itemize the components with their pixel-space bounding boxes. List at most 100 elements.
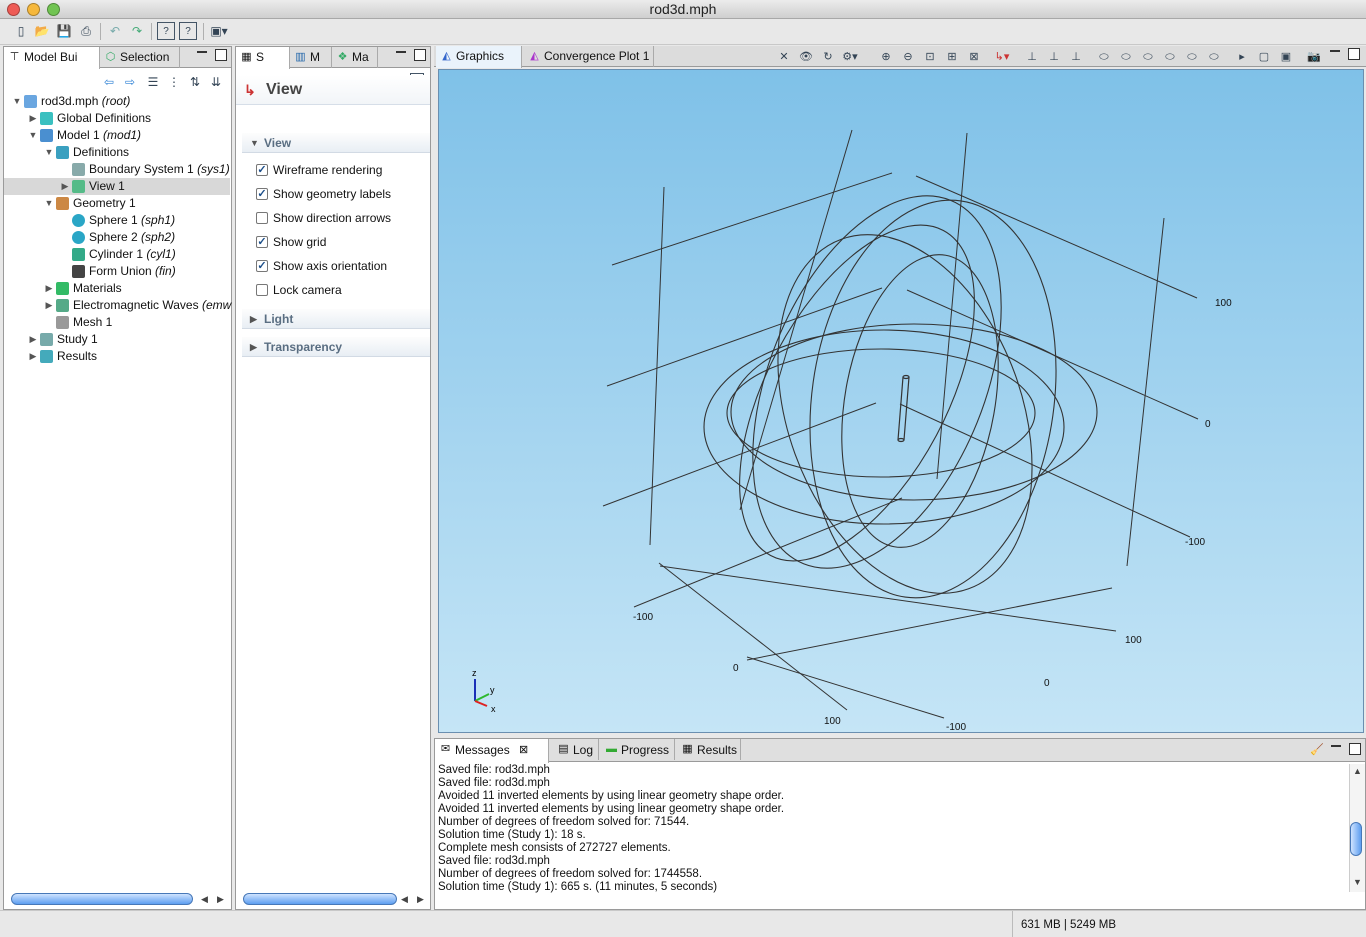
wireframe-icon[interactable]: ▢	[1256, 49, 1272, 65]
minimize-panel-button[interactable]	[396, 51, 406, 53]
section-light[interactable]: ▶ Light	[242, 309, 430, 329]
zoom-in-icon[interactable]: ⊕	[878, 49, 894, 65]
views-dropdown-icon[interactable]: ⚙▾	[842, 49, 858, 65]
undo-icon[interactable]: ↶	[106, 22, 124, 40]
select-box-icon[interactable]: ⬭	[1096, 49, 1112, 65]
maximize-panel-button[interactable]	[215, 49, 227, 61]
tree-item[interactable]: ▶ Materials	[4, 280, 230, 297]
help-icon[interactable]: ?	[157, 22, 175, 40]
messages-vertical-scrollbar[interactable]	[1350, 822, 1362, 856]
select-boundaries-icon[interactable]: ⬭	[1140, 49, 1156, 65]
show-icon[interactable]: ⋮	[165, 73, 183, 91]
xy-view-icon[interactable]: ⊥	[1024, 49, 1040, 65]
tab-messages[interactable]: ✉ Messages ⊠	[435, 739, 549, 763]
tree-item[interactable]: ▶ Global Definitions	[4, 110, 230, 127]
checkbox[interactable]: ✓	[256, 188, 268, 200]
section-transparency[interactable]: ▶ Transparency	[242, 337, 430, 357]
tree-item[interactable]: ▶ Study 1	[4, 331, 230, 348]
scroll-right-icon[interactable]: ▶	[217, 894, 224, 905]
tree-item[interactable]: Sphere 1 (sph1)	[4, 212, 230, 229]
maximize-panel-button[interactable]	[1348, 48, 1360, 60]
expand-arrow-icon[interactable]: ▶	[44, 297, 54, 314]
collapse-arrow-icon[interactable]: ▼	[44, 195, 54, 212]
scroll-right-icon[interactable]: ▶	[417, 894, 424, 905]
tree-item[interactable]: Boundary System 1 (sys1)	[4, 161, 230, 178]
tab-ma[interactable]: ❖ Ma	[332, 47, 378, 68]
tab-log[interactable]: ▤ Log	[553, 739, 599, 760]
tab-settings[interactable]: ▦ S	[236, 47, 290, 69]
expand-arrow-icon[interactable]: ▶	[28, 348, 38, 365]
checkbox[interactable]: ✓	[256, 260, 268, 272]
tree-item[interactable]: ▼ Definitions	[4, 144, 230, 161]
windows-menu-icon[interactable]: ▣▾	[210, 22, 228, 40]
transparency-icon[interactable]: ▸	[1234, 49, 1250, 65]
minimize-panel-button[interactable]	[1330, 50, 1340, 52]
collapse-arrow-icon[interactable]: ▼	[28, 127, 38, 144]
tab-selection[interactable]: ⬡ Selection	[100, 47, 180, 68]
tab-graphics[interactable]: ◭ Graphics	[436, 46, 522, 68]
scroll-left-icon[interactable]: ◀	[201, 894, 208, 905]
scroll-left-icon[interactable]: ◀	[401, 894, 408, 905]
settings-horizontal-scrollbar[interactable]	[243, 893, 397, 905]
scene-light-icon[interactable]: ▣	[1278, 49, 1294, 65]
minimize-panel-button[interactable]	[1331, 745, 1341, 747]
tab-progress[interactable]: ▬ Progress	[601, 739, 675, 760]
tab-convergence-plot[interactable]: ◭ Convergence Plot 1	[524, 46, 654, 67]
redo-icon[interactable]: ↷	[128, 22, 146, 40]
collapse-arrow-icon[interactable]: ▼	[12, 93, 22, 110]
section-view[interactable]: ▼ View	[242, 133, 430, 153]
select-edges-icon[interactable]: ⬭	[1162, 49, 1178, 65]
minimize-panel-button[interactable]	[197, 51, 207, 53]
print-icon[interactable]: ⎙	[77, 22, 95, 40]
maximize-panel-button[interactable]	[1349, 743, 1361, 755]
expand-arrow-icon[interactable]: ▶	[28, 110, 38, 127]
minimize-window-button[interactable]	[27, 3, 40, 16]
tab-results[interactable]: ▦ Results	[677, 739, 741, 760]
yz-view-icon[interactable]: ⊥	[1046, 49, 1062, 65]
tree-item[interactable]: Sphere 2 (sph2)	[4, 229, 230, 246]
select-domains-icon[interactable]: ⬭	[1118, 49, 1134, 65]
zx-view-icon[interactable]: ⊥	[1068, 49, 1084, 65]
tab-m[interactable]: ▥ M	[290, 47, 332, 68]
close-tab-icon[interactable]: ⊠	[519, 739, 528, 762]
tab-model-builder[interactable]: ⊤ Model Bui	[4, 47, 100, 69]
collapse-all-icon[interactable]: ⇊	[207, 73, 225, 91]
clear-messages-icon[interactable]: 🧹	[1309, 742, 1325, 758]
tree-item[interactable]: ▼ Model 1 (mod1)	[4, 127, 230, 144]
rotate-icon[interactable]: ↻	[820, 49, 836, 65]
close-window-button[interactable]	[7, 3, 20, 16]
tree-horizontal-scrollbar[interactable]	[11, 893, 193, 905]
zoom-box-icon[interactable]: ⊡	[922, 49, 938, 65]
checkbox[interactable]: ✓	[256, 164, 268, 176]
zoom-selection-icon[interactable]: ⊞	[944, 49, 960, 65]
maximize-panel-button[interactable]	[414, 49, 426, 61]
new-file-icon[interactable]: ▯	[12, 22, 30, 40]
tree-item[interactable]: ▼ rod3d.mph (root)	[4, 93, 230, 110]
zoom-out-icon[interactable]: ⊖	[900, 49, 916, 65]
tree-item[interactable]: Mesh 1	[4, 314, 230, 331]
default-view-icon[interactable]: ↳▾	[994, 49, 1010, 65]
select-points-icon[interactable]: ⬭	[1184, 49, 1200, 65]
checkbox[interactable]: ✓	[256, 236, 268, 248]
tree-item[interactable]: ▶ Results	[4, 348, 230, 365]
camera-icon[interactable]: 📷	[1306, 49, 1322, 65]
save-icon[interactable]: 💾	[55, 22, 73, 40]
back-arrow-icon[interactable]: ⇦	[100, 73, 118, 91]
expand-arrow-icon[interactable]: ▶	[44, 280, 54, 297]
expand-arrow-icon[interactable]: ▶	[60, 178, 70, 195]
tree-item[interactable]: Cylinder 1 (cyl1)	[4, 246, 230, 263]
tree-item[interactable]: ▶ View 1	[4, 178, 230, 195]
collapse-arrow-icon[interactable]: ▼	[44, 144, 54, 161]
zoom-extents-icon[interactable]: ⊠	[966, 49, 982, 65]
sort-icon[interactable]: ⇅	[186, 73, 204, 91]
tree-item[interactable]: ▶ Electromagnetic Waves (emw	[4, 297, 231, 314]
tree-item[interactable]: Form Union (fin)	[4, 263, 230, 280]
expand-all-icon[interactable]: ☰	[144, 73, 162, 91]
checkbox[interactable]	[256, 212, 268, 224]
zoom-window-button[interactable]	[47, 3, 60, 16]
wireframe-scene[interactable]: 100 0 -100 -100 0 100 100 0 -100 z y x	[439, 70, 1365, 734]
scroll-down-icon[interactable]: ▼	[1353, 877, 1362, 887]
scroll-up-icon[interactable]: ▲	[1353, 766, 1362, 776]
hide-icon[interactable]: ✕	[776, 49, 792, 65]
forward-arrow-icon[interactable]: ⇨	[121, 73, 139, 91]
